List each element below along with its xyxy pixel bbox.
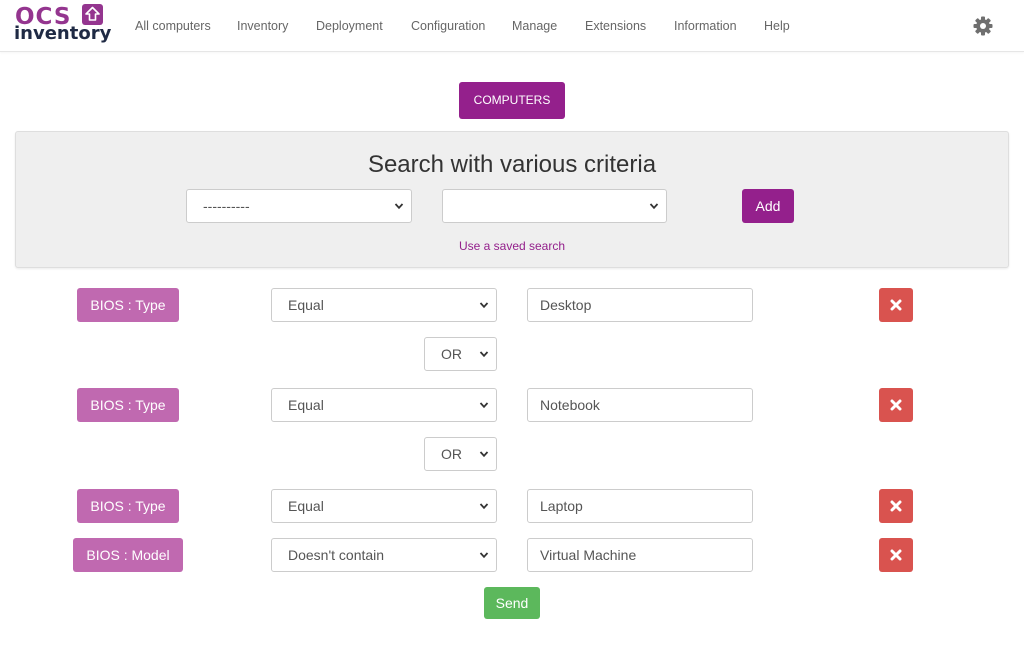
- criteria-value-input[interactable]: Laptop: [527, 489, 753, 523]
- chevron-down-icon: [394, 203, 404, 210]
- top-navbar: OCS inventory All computers Inventory De…: [0, 0, 1024, 52]
- criteria-field-label: BIOS : Type: [77, 288, 179, 322]
- connector-value: OR: [441, 446, 462, 462]
- add-criteria-button[interactable]: Add: [742, 189, 794, 223]
- nav-deployment[interactable]: Deployment: [316, 18, 383, 34]
- chevron-down-icon: [479, 503, 489, 510]
- criteria-operator-value: Equal: [288, 397, 324, 413]
- criteria-value-input[interactable]: Notebook: [527, 388, 753, 422]
- search-panel-title: Search with various criteria: [367, 151, 657, 178]
- chevron-down-icon: [649, 203, 659, 210]
- criteria-value-input[interactable]: Desktop: [527, 288, 753, 322]
- criteria-value-text: Notebook: [540, 397, 600, 413]
- nav-help[interactable]: Help: [764, 18, 790, 34]
- close-icon: [890, 299, 902, 311]
- criteria-field-label: BIOS : Type: [77, 489, 179, 523]
- criteria-operator-select[interactable]: Doesn't contain: [271, 538, 497, 572]
- chevron-down-icon: [479, 402, 489, 409]
- criteria-operator-select[interactable]: Equal: [271, 288, 497, 322]
- criteria-value-text: Laptop: [540, 498, 583, 514]
- delete-criteria-button[interactable]: [879, 288, 913, 322]
- nav-information[interactable]: Information: [674, 18, 737, 34]
- nav-extensions[interactable]: Extensions: [585, 18, 646, 34]
- connector-value: OR: [441, 346, 462, 362]
- chevron-down-icon: [479, 451, 489, 458]
- close-icon: [890, 500, 902, 512]
- criteria-operator-select[interactable]: Equal: [271, 489, 497, 523]
- nav-all-computers[interactable]: All computers: [135, 18, 211, 34]
- criteria-value-text: Desktop: [540, 297, 592, 313]
- computers-button[interactable]: COMPUTERS: [459, 82, 565, 119]
- chevron-down-icon: [479, 302, 489, 309]
- criteria-operator-select[interactable]: [442, 189, 667, 223]
- connector-select[interactable]: OR: [424, 337, 497, 371]
- gear-icon[interactable]: [972, 15, 994, 37]
- nav-inventory[interactable]: Inventory: [237, 18, 288, 34]
- chevron-down-icon: [479, 552, 489, 559]
- chevron-down-icon: [479, 351, 489, 358]
- criteria-field-label: BIOS : Type: [77, 388, 179, 422]
- close-icon: [890, 549, 902, 561]
- nav-manage[interactable]: Manage: [512, 18, 557, 34]
- criteria-value-input[interactable]: Virtual Machine: [527, 538, 753, 572]
- criteria-field-select-value: ----------: [203, 198, 250, 214]
- criteria-operator-value: Doesn't contain: [288, 547, 385, 563]
- criteria-field-label: BIOS : Model: [73, 538, 183, 572]
- delete-criteria-button[interactable]: [879, 489, 913, 523]
- saved-search-link-text[interactable]: Use a saved search: [459, 239, 565, 253]
- criteria-value-text: Virtual Machine: [540, 547, 637, 563]
- connector-select[interactable]: OR: [424, 437, 497, 471]
- delete-criteria-button[interactable]: [879, 538, 913, 572]
- criteria-operator-value: Equal: [288, 297, 324, 313]
- saved-search-link[interactable]: Use a saved search: [0, 238, 1024, 254]
- criteria-operator-value: Equal: [288, 498, 324, 514]
- nav-configuration[interactable]: Configuration: [411, 18, 485, 34]
- criteria-operator-select[interactable]: Equal: [271, 388, 497, 422]
- close-icon: [890, 399, 902, 411]
- ocs-inventory-logo[interactable]: OCS inventory: [14, 4, 112, 46]
- logo-upload-icon: [82, 4, 103, 25]
- send-button[interactable]: Send: [484, 587, 540, 619]
- logo-text-inventory: inventory: [14, 23, 112, 44]
- delete-criteria-button[interactable]: [879, 388, 913, 422]
- criteria-field-select[interactable]: ----------: [186, 189, 412, 223]
